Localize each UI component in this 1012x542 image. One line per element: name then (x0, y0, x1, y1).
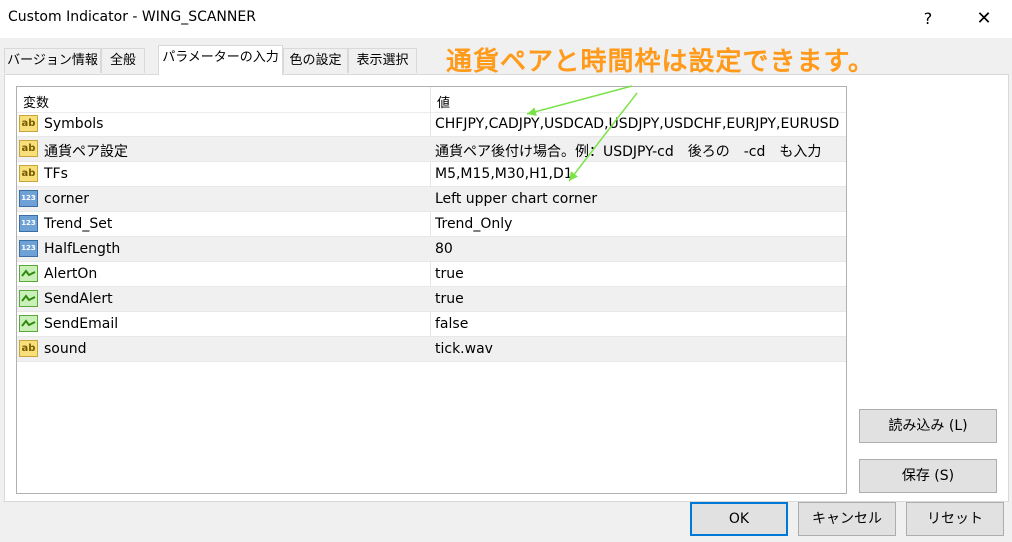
parameter-name: HalfLength (44, 241, 121, 257)
close-button[interactable]: ✕ (966, 7, 1002, 31)
boolean-type-icon (19, 290, 38, 307)
string-type-icon: ab (19, 140, 38, 157)
table-row[interactable]: AlertOn true (17, 262, 846, 287)
save-button[interactable]: 保存 (S) (859, 459, 997, 493)
parameter-name: 通貨ペア設定 (44, 144, 128, 160)
table-row[interactable]: ab 通貨ペア設定 通貨ペア後付け場合。例：USDJPY-cd 後ろの -cd も入… (17, 137, 846, 162)
string-type-icon: ab (19, 115, 38, 132)
parameter-name: sound (44, 341, 87, 357)
table-row[interactable]: 123 corner Left upper chart corner (17, 187, 846, 212)
parameter-value[interactable]: 80 (435, 241, 840, 257)
boolean-type-icon (19, 315, 38, 332)
parameter-value[interactable]: false (435, 316, 840, 332)
parameter-name: SendAlert (44, 291, 113, 307)
tab-input-parameters[interactable]: パラメーターの入力 (158, 45, 283, 75)
tab-general[interactable]: 全般 (101, 48, 145, 73)
parameter-name: TFs (44, 166, 68, 182)
boolean-type-icon (19, 265, 38, 282)
table-row[interactable]: 123 HalfLength 80 (17, 237, 846, 262)
parameter-name: SendEmail (44, 316, 119, 332)
parameter-value[interactable]: true (435, 291, 840, 307)
table-row[interactable]: SendAlert true (17, 287, 846, 312)
integer-type-icon: 123 (19, 215, 38, 232)
ok-button[interactable]: OK (690, 502, 788, 536)
parameter-value[interactable]: Trend_Only (435, 216, 840, 232)
table-row[interactable]: SendEmail false (17, 312, 846, 337)
header-variable: 変数 (23, 96, 50, 111)
parameter-value[interactable]: M5,M15,M30,H1,D1 (435, 166, 840, 182)
load-button[interactable]: 読み込み (L) (859, 409, 997, 443)
header-value: 値 (437, 96, 451, 111)
table-row[interactable]: ab Symbols CHFJPY,CADJPY,USDCAD,USDJPY,USD… (17, 112, 846, 137)
parameters-table: 変数 値 ab Symbols CHFJPY,CADJPY,USDCAD,USDJP… (16, 86, 847, 494)
cancel-button[interactable]: キャンセル (798, 502, 896, 536)
window-title: Custom Indicator - WING_SCANNER (8, 9, 256, 25)
string-type-icon: ab (19, 340, 38, 357)
table-row[interactable]: ab TFs M5,M15,M30,H1,D1 (17, 162, 846, 187)
tab-version-info[interactable]: バージョン情報 (4, 48, 101, 73)
parameter-value[interactable]: true (435, 266, 840, 282)
tab-display-selection[interactable]: 表示選択 (348, 48, 417, 73)
parameter-value[interactable]: 通貨ペア後付け場合。例：USDJPY-cd 後ろの -cd も入力 (435, 141, 840, 161)
parameter-value[interactable]: Left upper chart corner (435, 191, 840, 207)
parameter-name: Symbols (44, 116, 104, 132)
integer-type-icon: 123 (19, 240, 38, 257)
reset-button[interactable]: リセット (906, 502, 1004, 536)
parameter-name: corner (44, 191, 90, 207)
tab-color-settings[interactable]: 色の設定 (283, 48, 348, 73)
annotation-text: 通貨ペアと時間枠は設定できます。 (446, 47, 875, 77)
integer-type-icon: 123 (19, 190, 38, 207)
help-button[interactable]: ? (914, 7, 942, 31)
table-header: 変数 値 (17, 87, 846, 113)
parameter-name: Trend_Set (44, 216, 113, 232)
table-row[interactable]: 123 Trend_Set Trend_Only (17, 212, 846, 237)
title-bar: Custom Indicator - WING_SCANNER ? ✕ (0, 0, 1012, 38)
parameter-value[interactable]: CHFJPY,CADJPY,USDCAD,USDJPY,USDCHF,EURJP… (435, 116, 840, 132)
string-type-icon: ab (19, 165, 38, 182)
table-row[interactable]: ab sound tick.wav (17, 337, 846, 362)
parameter-value[interactable]: tick.wav (435, 341, 840, 357)
parameter-name: AlertOn (44, 266, 98, 282)
